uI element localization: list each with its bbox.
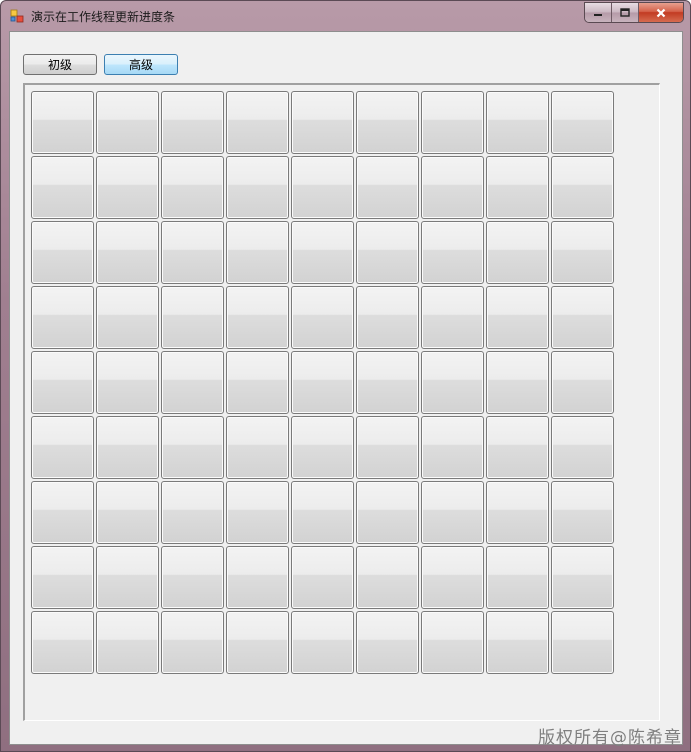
grid-button[interactable] bbox=[421, 286, 484, 349]
grid-button[interactable] bbox=[486, 156, 549, 219]
minimize-button[interactable] bbox=[585, 3, 612, 22]
grid-button[interactable] bbox=[291, 416, 354, 479]
grid-button[interactable] bbox=[161, 416, 224, 479]
grid-button[interactable] bbox=[291, 351, 354, 414]
grid-button[interactable] bbox=[356, 221, 419, 284]
grid-button[interactable] bbox=[551, 156, 614, 219]
grid-button[interactable] bbox=[551, 286, 614, 349]
button-grid-panel bbox=[23, 83, 660, 721]
close-button[interactable] bbox=[639, 3, 683, 22]
grid-button[interactable] bbox=[226, 546, 289, 609]
grid-button[interactable] bbox=[551, 546, 614, 609]
grid-button[interactable] bbox=[421, 546, 484, 609]
grid-button[interactable] bbox=[31, 416, 94, 479]
grid-button[interactable] bbox=[96, 546, 159, 609]
grid-button[interactable] bbox=[96, 221, 159, 284]
grid-button[interactable] bbox=[551, 416, 614, 479]
grid-button[interactable] bbox=[96, 91, 159, 154]
grid-button[interactable] bbox=[551, 611, 614, 674]
grid-button[interactable] bbox=[421, 416, 484, 479]
grid-button[interactable] bbox=[31, 156, 94, 219]
grid-button[interactable] bbox=[31, 91, 94, 154]
maximize-button[interactable] bbox=[612, 3, 639, 22]
grid-button[interactable] bbox=[161, 286, 224, 349]
grid-button[interactable] bbox=[421, 91, 484, 154]
grid-button[interactable] bbox=[421, 351, 484, 414]
grid-button[interactable] bbox=[31, 286, 94, 349]
app-window: 演示在工作线程更新进度条 初级 高级 版权所有@陈希章 bbox=[0, 0, 691, 752]
grid-button[interactable] bbox=[486, 546, 549, 609]
grid-button[interactable] bbox=[486, 91, 549, 154]
grid-button[interactable] bbox=[226, 416, 289, 479]
grid-button[interactable] bbox=[421, 611, 484, 674]
grid-button[interactable] bbox=[356, 156, 419, 219]
grid-button[interactable] bbox=[226, 286, 289, 349]
grid-button[interactable] bbox=[291, 611, 354, 674]
grid-button[interactable] bbox=[226, 351, 289, 414]
grid-button[interactable] bbox=[356, 91, 419, 154]
maximize-icon bbox=[620, 8, 630, 17]
grid-button[interactable] bbox=[96, 351, 159, 414]
grid-button[interactable] bbox=[161, 91, 224, 154]
grid-button[interactable] bbox=[486, 221, 549, 284]
grid-button[interactable] bbox=[161, 156, 224, 219]
grid-button[interactable] bbox=[291, 481, 354, 544]
advanced-button[interactable]: 高级 bbox=[104, 54, 178, 75]
grid-button[interactable] bbox=[291, 156, 354, 219]
grid-button[interactable] bbox=[356, 546, 419, 609]
close-icon bbox=[656, 8, 666, 17]
grid-button[interactable] bbox=[291, 221, 354, 284]
grid-button[interactable] bbox=[356, 351, 419, 414]
grid-button[interactable] bbox=[486, 481, 549, 544]
grid-button[interactable] bbox=[31, 481, 94, 544]
button-grid bbox=[31, 91, 614, 674]
grid-button[interactable] bbox=[96, 416, 159, 479]
grid-button[interactable] bbox=[356, 611, 419, 674]
grid-button[interactable] bbox=[31, 351, 94, 414]
grid-button[interactable] bbox=[96, 286, 159, 349]
window-title: 演示在工作线程更新进度条 bbox=[31, 10, 176, 24]
grid-button[interactable] bbox=[161, 481, 224, 544]
watermark: 版权所有@陈希章 bbox=[538, 728, 682, 748]
grid-button[interactable] bbox=[421, 156, 484, 219]
beginner-button[interactable]: 初级 bbox=[23, 54, 97, 75]
grid-button[interactable] bbox=[421, 481, 484, 544]
minimize-icon bbox=[594, 13, 602, 16]
grid-button[interactable] bbox=[161, 221, 224, 284]
grid-button[interactable] bbox=[226, 611, 289, 674]
grid-button[interactable] bbox=[31, 546, 94, 609]
grid-button[interactable] bbox=[356, 286, 419, 349]
grid-button[interactable] bbox=[161, 546, 224, 609]
grid-button[interactable] bbox=[226, 91, 289, 154]
client-area: 初级 高级 bbox=[9, 31, 683, 745]
grid-button[interactable] bbox=[486, 286, 549, 349]
grid-button[interactable] bbox=[486, 351, 549, 414]
grid-button[interactable] bbox=[161, 351, 224, 414]
grid-button[interactable] bbox=[31, 611, 94, 674]
grid-button[interactable] bbox=[226, 481, 289, 544]
grid-button[interactable] bbox=[291, 91, 354, 154]
grid-button[interactable] bbox=[291, 286, 354, 349]
winforms-app-icon bbox=[10, 9, 24, 23]
grid-button[interactable] bbox=[421, 221, 484, 284]
grid-button[interactable] bbox=[161, 611, 224, 674]
grid-button[interactable] bbox=[96, 611, 159, 674]
title-bar[interactable]: 演示在工作线程更新进度条 bbox=[1, 1, 690, 31]
grid-button[interactable] bbox=[356, 481, 419, 544]
grid-button[interactable] bbox=[226, 156, 289, 219]
caption-buttons bbox=[584, 2, 684, 23]
grid-button[interactable] bbox=[551, 481, 614, 544]
grid-button[interactable] bbox=[226, 221, 289, 284]
grid-button[interactable] bbox=[356, 416, 419, 479]
grid-button[interactable] bbox=[551, 221, 614, 284]
grid-button[interactable] bbox=[486, 416, 549, 479]
grid-button[interactable] bbox=[31, 221, 94, 284]
grid-button[interactable] bbox=[96, 156, 159, 219]
grid-button[interactable] bbox=[486, 611, 549, 674]
grid-button[interactable] bbox=[291, 546, 354, 609]
grid-button[interactable] bbox=[551, 91, 614, 154]
grid-button[interactable] bbox=[96, 481, 159, 544]
grid-button[interactable] bbox=[551, 351, 614, 414]
